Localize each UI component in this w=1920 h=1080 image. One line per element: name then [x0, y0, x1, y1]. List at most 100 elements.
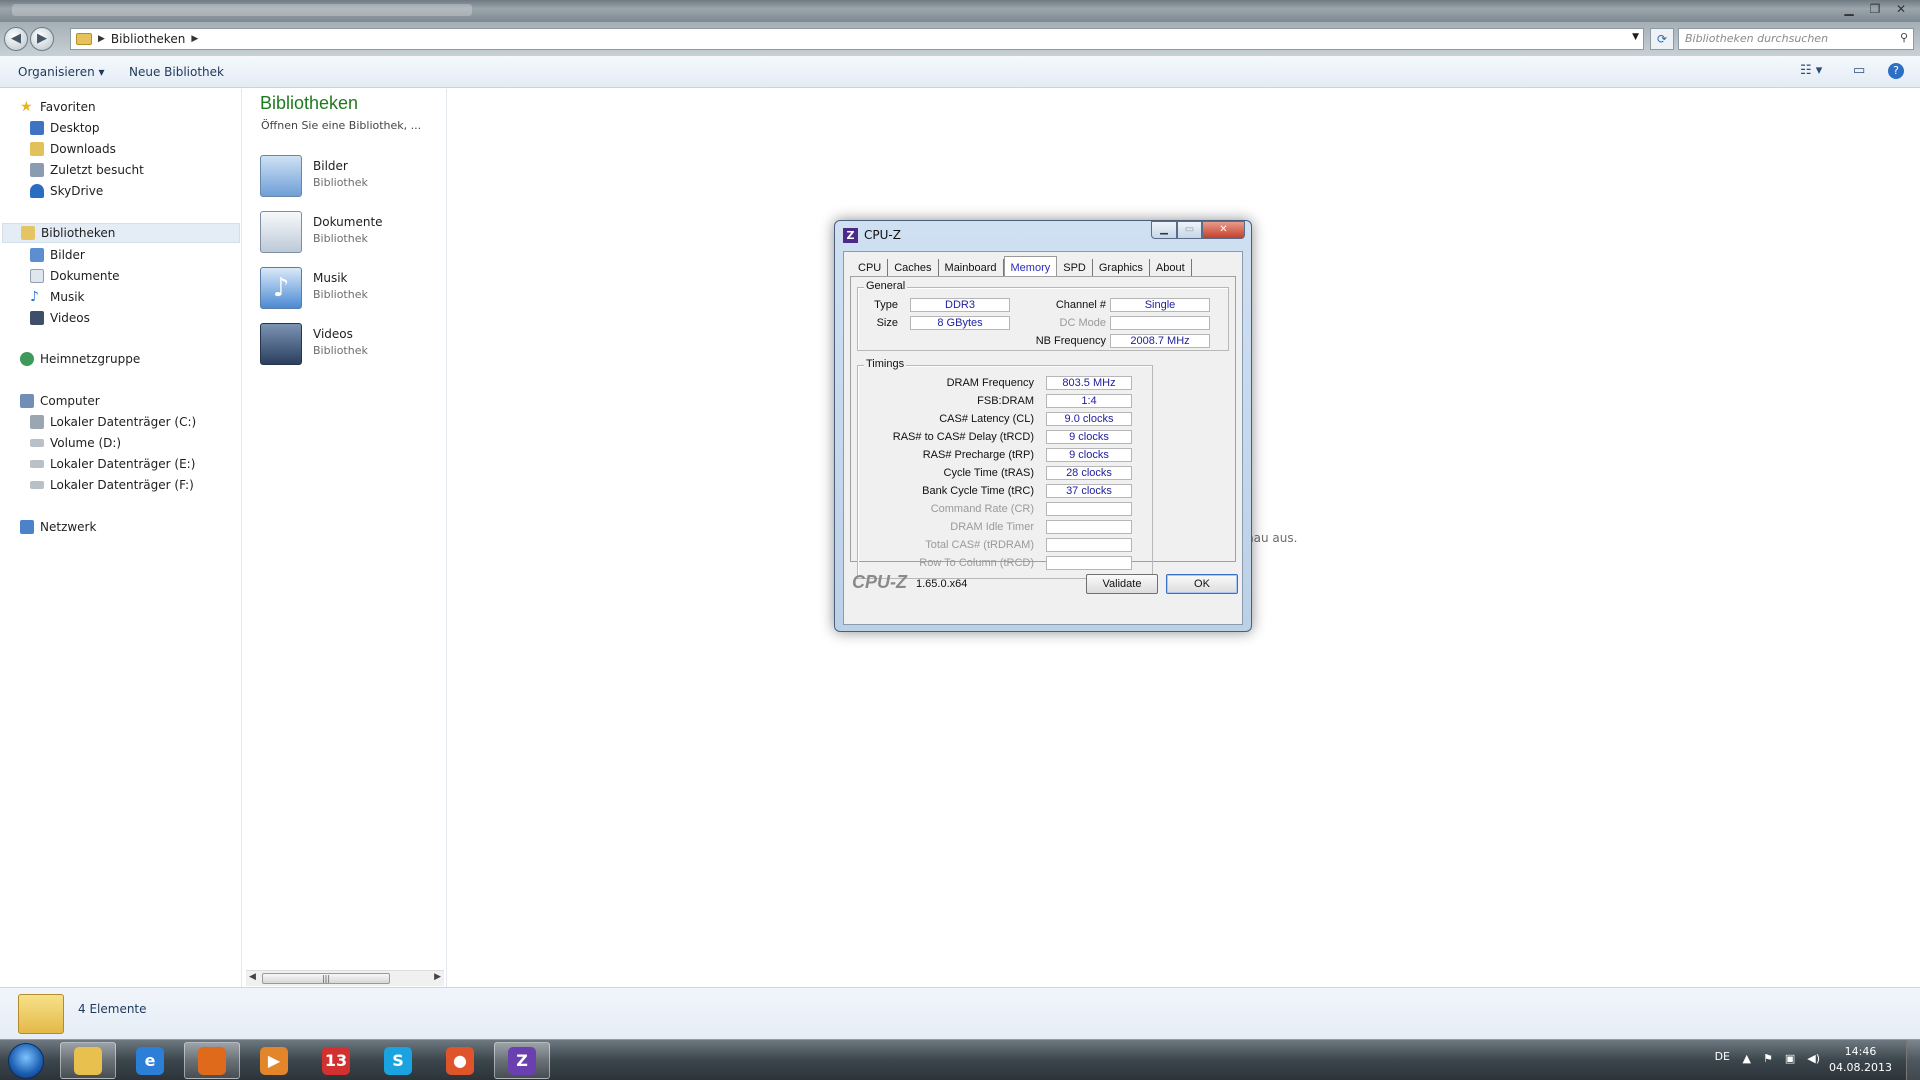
scrollbar-thumb[interactable]: ||| — [262, 973, 390, 984]
back-button[interactable]: ◀ — [4, 27, 28, 51]
firefox-icon — [198, 1046, 226, 1075]
cpuz-logo-icon: Z — [843, 227, 858, 243]
tab-memory[interactable]: Memory — [1003, 256, 1058, 276]
show-hidden-icons-icon[interactable]: ▲ — [1742, 1052, 1750, 1065]
library-item-dokumente[interactable]: Dokumente Bibliothek — [260, 211, 440, 257]
volume-icon[interactable]: ◀) — [1807, 1052, 1820, 1065]
command-bar: Organisieren ▾ Neue Bibliothek ☷ ▾ ▭ ? — [0, 56, 1920, 88]
nav-homegroup[interactable]: Heimnetzgruppe — [20, 349, 140, 369]
details-pane: 4 Elemente — [0, 987, 1920, 1039]
nav-dokumente[interactable]: Dokumente — [30, 266, 120, 286]
timing-value: 37 clocks — [1046, 484, 1132, 498]
nav-recent[interactable]: Zuletzt besucht — [30, 160, 144, 180]
cpuz-app-icon: Z — [508, 1046, 536, 1075]
address-dropdown-icon[interactable]: ▼ — [1632, 32, 1639, 42]
nav-drive-d[interactable]: Volume (D:) — [30, 433, 121, 453]
nav-skydrive[interactable]: SkyDrive — [30, 181, 103, 201]
nav-label: SkyDrive — [50, 184, 104, 198]
taskbar: e ▶ 13 S ● Z DE ▲ ⚑ ▣ ◀) 14:46 04.08.2013 — [0, 1039, 1920, 1080]
show-desktop-button[interactable] — [1906, 1040, 1920, 1080]
internet-explorer-taskbar-button[interactable]: e — [122, 1042, 178, 1079]
nav-label: Lokaler Datenträger (E:) — [50, 457, 196, 471]
media-player-taskbar-button[interactable]: ▶ — [246, 1042, 302, 1079]
page-subtitle: Öffnen Sie eine Bibliothek, ... — [261, 119, 422, 132]
library-item-musik[interactable]: ♪ Musik Bibliothek — [260, 267, 440, 313]
new-library-button[interactable]: Neue Bibliothek — [129, 65, 224, 79]
cpuz-app-taskbar-button[interactable]: Z — [494, 1042, 550, 1079]
nav-videos[interactable]: Videos — [30, 308, 90, 328]
nav-drive-e[interactable]: Lokaler Datenträger (E:) — [30, 454, 195, 474]
nav-downloads[interactable]: Downloads — [30, 139, 116, 159]
videos-library-icon — [260, 323, 302, 365]
refresh-button[interactable]: ⟳ — [1650, 28, 1674, 50]
timings-legend: Timings — [864, 358, 907, 370]
cpuz-close-button[interactable]: ✕ — [1202, 221, 1245, 239]
organize-button[interactable]: Organisieren ▾ — [18, 65, 105, 79]
library-item-videos[interactable]: Videos Bibliothek — [260, 323, 440, 369]
channel-value: Single — [1110, 298, 1210, 312]
star-icon: ★ — [20, 99, 33, 115]
clock-date: 04.08.2013 — [1829, 1061, 1892, 1074]
search-icon[interactable]: ⚲ — [1900, 31, 1908, 44]
library-type: Bibliothek — [313, 344, 368, 357]
scroll-right-icon[interactable]: ▶ — [434, 972, 441, 982]
app-13-taskbar-button[interactable]: 13 — [308, 1042, 364, 1079]
validate-button[interactable]: Validate — [1086, 574, 1158, 594]
nav-favorites[interactable]: ★ Favoriten — [20, 97, 96, 117]
content-message: hau aus. — [1246, 531, 1298, 545]
cpuz-minimize-button[interactable]: ▁ — [1151, 221, 1177, 239]
firefox-taskbar-button[interactable] — [184, 1042, 240, 1079]
nav-musik[interactable]: ♪ Musik — [30, 287, 85, 307]
network-tray-icon[interactable]: ▣ — [1785, 1052, 1795, 1065]
tab-about[interactable]: About — [1149, 259, 1192, 276]
nav-desktop[interactable]: Desktop — [30, 118, 100, 138]
type-value: DDR3 — [910, 298, 1010, 312]
timing-label: FSB:DRAM — [977, 395, 1034, 407]
tab-cpu[interactable]: CPU — [852, 259, 889, 276]
breadcrumb-arrow-icon[interactable]: ▶ — [98, 34, 105, 44]
record-app-icon: ● — [446, 1046, 474, 1075]
size-label: Size — [876, 317, 898, 329]
tab-caches[interactable]: Caches — [888, 259, 939, 276]
nav-bilder[interactable]: Bilder — [30, 245, 85, 265]
timing-label: RAS# Precharge (tRP) — [922, 449, 1034, 461]
nav-drive-c[interactable]: Lokaler Datenträger (C:) — [30, 412, 196, 432]
folder-icon — [76, 33, 92, 45]
address-bar[interactable]: ▶ Bibliotheken ▶ ▼ — [70, 28, 1644, 50]
close-button[interactable]: ✕ — [1888, 0, 1914, 18]
libraries-icon — [21, 226, 35, 240]
nav-computer[interactable]: Computer — [20, 391, 100, 411]
tab-mainboard[interactable]: Mainboard — [938, 259, 1004, 276]
search-input[interactable]: Bibliotheken durchsuchen ⚲ — [1678, 28, 1914, 50]
preview-pane-icon[interactable]: ▭ — [1853, 63, 1865, 78]
restore-button[interactable]: ❐ — [1862, 0, 1888, 18]
breadcrumb-bibliotheken[interactable]: Bibliotheken — [105, 32, 191, 46]
horizontal-scrollbar[interactable]: ◀ ||| ▶ — [246, 970, 444, 986]
tab-spd[interactable]: SPD — [1057, 259, 1093, 276]
help-icon[interactable]: ? — [1888, 63, 1904, 79]
language-indicator[interactable]: DE — [1715, 1050, 1730, 1063]
explorer-taskbar-button[interactable] — [60, 1042, 116, 1079]
nav-label: Bibliotheken — [41, 226, 116, 240]
minimize-button[interactable]: ▁ — [1836, 0, 1862, 18]
pictures-library-icon — [260, 155, 302, 197]
ok-button[interactable]: OK — [1166, 574, 1238, 594]
nav-network[interactable]: Netzwerk — [20, 517, 96, 537]
library-item-bilder[interactable]: Bilder Bibliothek — [260, 155, 440, 201]
library-name: Dokumente — [313, 215, 383, 229]
record-app-taskbar-button[interactable]: ● — [432, 1042, 488, 1079]
view-options-icon[interactable]: ☷ ▾ — [1800, 63, 1822, 78]
skype-taskbar-button[interactable]: S — [370, 1042, 426, 1079]
action-center-flag-icon[interactable]: ⚑ — [1763, 1052, 1773, 1065]
start-button[interactable] — [8, 1043, 44, 1079]
internet-explorer-icon: e — [136, 1046, 164, 1075]
nav-libraries[interactable]: Bibliotheken — [2, 223, 240, 243]
scroll-left-icon[interactable]: ◀ — [249, 972, 256, 982]
tab-graphics[interactable]: Graphics — [1092, 259, 1150, 276]
nav-drive-f[interactable]: Lokaler Datenträger (F:) — [30, 475, 194, 495]
clock[interactable]: 14:46 04.08.2013 — [1829, 1044, 1892, 1076]
timing-value: 9.0 clocks — [1046, 412, 1132, 426]
breadcrumb-arrow-icon[interactable]: ▶ — [191, 34, 198, 44]
forward-button[interactable]: ▶ — [30, 27, 54, 51]
size-value: 8 GBytes — [910, 316, 1010, 330]
